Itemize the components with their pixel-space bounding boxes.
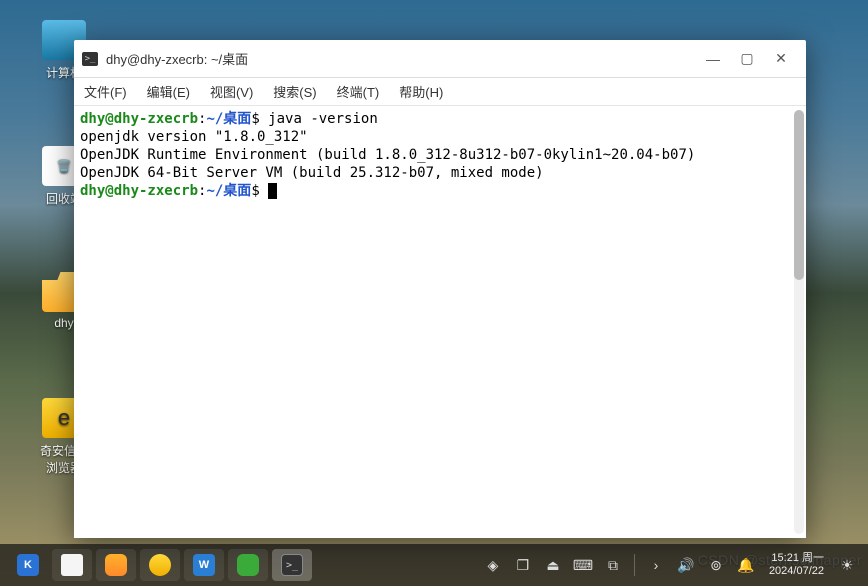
clock-date: 2024/07/22 [769, 565, 824, 578]
tray-wifi-icon[interactable]: ⊚ [703, 551, 729, 579]
start-icon: K [17, 554, 39, 576]
prompt-user2: dhy@dhy-zxecrb [80, 183, 198, 199]
prompt-path: ~/桌面 [206, 111, 251, 127]
minimize-button[interactable]: — [696, 45, 730, 73]
terminal-out1: openjdk version "1.8.0_312" [80, 129, 308, 145]
close-button[interactable]: ✕ [764, 45, 798, 73]
terminal-taskbar-icon: >_ [281, 554, 303, 576]
menu-view[interactable]: 视图(V) [206, 80, 257, 103]
wps-icon: W [193, 554, 215, 576]
scrollbar[interactable] [794, 110, 804, 534]
prompt-path2: ~/桌面 [206, 183, 251, 199]
tray-shield-icon[interactable]: ◈ [480, 551, 506, 579]
prompt-symbol: $ [251, 111, 268, 127]
scrollbar-thumb[interactable] [794, 110, 804, 280]
taskbar: K W >_ ◈ ❐ ⏏ ⌨ ⧉ › 🔊 ⊚ 🔔 15:21 周一 2024/0… [0, 544, 868, 586]
tray-network-icon[interactable]: ⧉ [600, 551, 626, 579]
titlebar[interactable]: >_ dhy@dhy-zxecrb: ~/桌面 — ▢ ✕ [74, 40, 806, 78]
files-icon [61, 554, 83, 576]
tray-separator [634, 554, 635, 576]
taskbar-app-orange[interactable] [96, 549, 136, 581]
terminal-out2: OpenJDK Runtime Environment (build 1.8.0… [80, 147, 695, 163]
menu-file[interactable]: 文件(F) [80, 80, 131, 103]
clock-time: 15:21 周一 [769, 552, 824, 565]
terminal-body[interactable]: dhy@dhy-zxecrb:~/桌面$ java -version openj… [74, 106, 806, 538]
menu-terminal[interactable]: 终端(T) [333, 80, 384, 103]
taskbar-terminal[interactable]: >_ [272, 549, 312, 581]
taskbar-app-wps[interactable]: W [184, 549, 224, 581]
browser-taskbar-icon [149, 554, 171, 576]
menu-search[interactable]: 搜索(S) [269, 80, 320, 103]
prompt-user: dhy@dhy-zxecrb [80, 111, 198, 127]
tray-volume-icon[interactable]: 🔊 [673, 551, 699, 579]
app-orange-icon [105, 554, 127, 576]
taskbar-filemanager[interactable] [52, 549, 92, 581]
taskbar-clock[interactable]: 15:21 周一 2024/07/22 [763, 552, 830, 578]
menu-help[interactable]: 帮助(H) [395, 80, 447, 103]
tray-expand-icon[interactable]: › [643, 551, 669, 579]
tray-brightness-icon[interactable]: ☀ [834, 551, 860, 579]
cursor-icon [268, 183, 277, 199]
tray-keyboard-icon[interactable]: ⌨ [570, 551, 596, 579]
taskbar-app-green[interactable] [228, 549, 268, 581]
window-title: dhy@dhy-zxecrb: ~/桌面 [106, 49, 696, 68]
tray-usb-icon[interactable]: ⏏ [540, 551, 566, 579]
tray-notifications-icon[interactable]: 🔔 [733, 551, 759, 579]
start-button[interactable]: K [8, 549, 48, 581]
terminal-out3: OpenJDK 64-Bit Server VM (build 25.312-b… [80, 165, 544, 181]
taskbar-app-browser[interactable] [140, 549, 180, 581]
menu-edit[interactable]: 编辑(E) [143, 80, 194, 103]
menubar: 文件(F) 编辑(E) 视图(V) 搜索(S) 终端(T) 帮助(H) [74, 78, 806, 106]
terminal-cmd1: java -version [268, 111, 378, 127]
green-app-icon [237, 554, 259, 576]
tray-window-icon[interactable]: ❐ [510, 551, 536, 579]
maximize-button[interactable]: ▢ [730, 45, 764, 73]
terminal-titlebar-icon: >_ [82, 52, 98, 66]
terminal-window: >_ dhy@dhy-zxecrb: ~/桌面 — ▢ ✕ 文件(F) 编辑(E… [74, 40, 806, 538]
